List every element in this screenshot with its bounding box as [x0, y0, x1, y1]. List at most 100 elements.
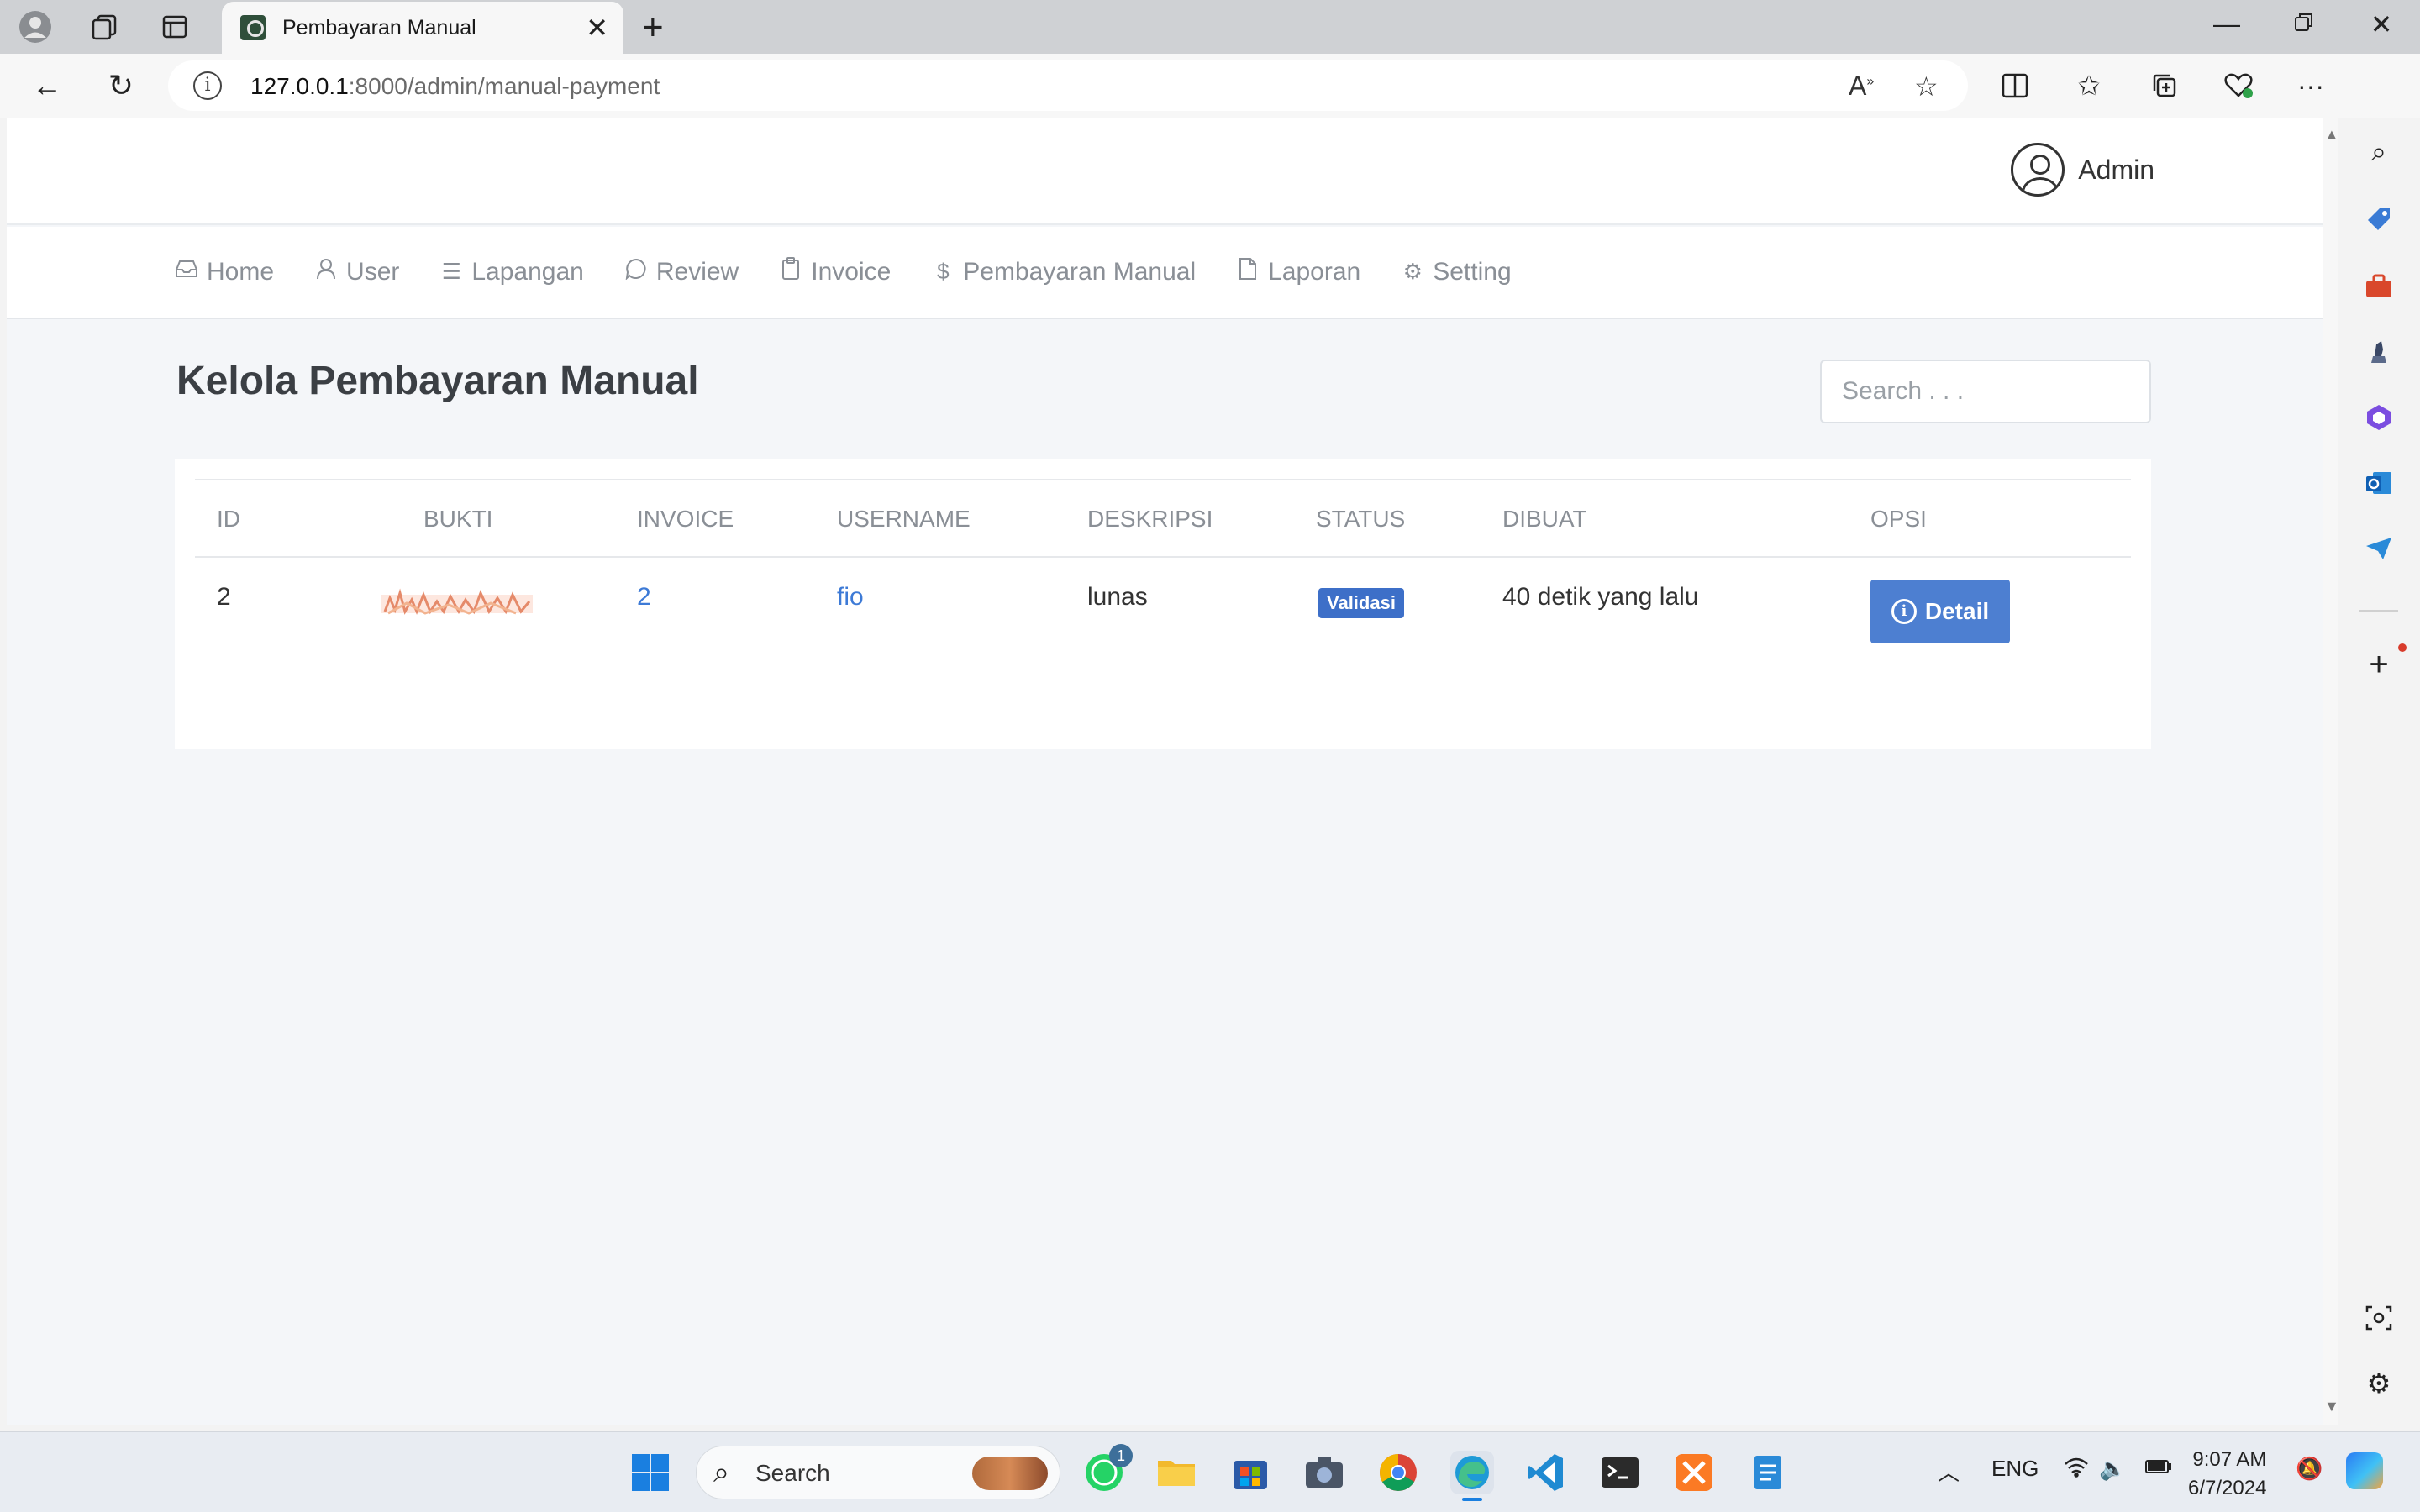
back-icon[interactable]: ← — [27, 66, 67, 106]
menu-label: User — [346, 257, 400, 286]
address-bar[interactable]: i 127.0.0.1:8000/admin/manual-payment A»… — [168, 60, 1968, 111]
taskbar-search-label: Search — [755, 1460, 830, 1486]
menu-item-setting[interactable]: ⚙ Setting — [1401, 257, 1512, 286]
windows-taskbar: ⌕ Search 1 ︿ ENG 🔈 9:07 AM 6/7/2024 🔕 — [0, 1431, 2420, 1512]
new-tab-icon[interactable]: + — [642, 7, 664, 49]
page-scrollbar[interactable]: ▲ ▼ — [2323, 118, 2339, 1425]
cell-dibuat: 40 detik yang lalu — [1502, 583, 1699, 611]
dollar-icon: $ — [937, 259, 950, 284]
profile-icon[interactable] — [17, 10, 54, 44]
favorites-icon[interactable]: ✩ — [2069, 66, 2109, 106]
tab-title: Pembayaran Manual — [282, 16, 476, 39]
search-input[interactable] — [1820, 360, 2151, 423]
url-text[interactable]: 127.0.0.1:8000/admin/manual-payment — [250, 73, 660, 100]
notepad-icon[interactable] — [1746, 1451, 1790, 1494]
browser-essentials-icon[interactable] — [2218, 66, 2259, 106]
table-header: ID BUKTI INVOICE USERNAME DESKRIPSI STAT… — [195, 479, 2131, 558]
language-indicator[interactable]: ENG — [1991, 1456, 2039, 1482]
file-explorer-icon[interactable] — [1155, 1451, 1198, 1494]
avatar-icon[interactable] — [2011, 143, 2065, 197]
add-sidebar-app-icon[interactable]: + — [2361, 646, 2396, 683]
close-tab-icon[interactable]: ✕ — [586, 12, 608, 44]
battery-icon[interactable] — [2144, 1456, 2173, 1482]
payments-card: ID BUKTI INVOICE USERNAME DESKRIPSI STAT… — [175, 459, 2151, 749]
favorite-star-icon[interactable]: ☆ — [1914, 71, 1939, 102]
split-screen-icon[interactable] — [1995, 66, 2035, 106]
outlook-icon[interactable] — [2361, 465, 2396, 501]
sidebar-divider — [2360, 610, 2398, 612]
main-menu: Home User ☰ Lapangan Review Invoice $ Pe… — [7, 227, 2323, 319]
shopping-tag-icon[interactable] — [2361, 202, 2396, 237]
collections-icon[interactable] — [2144, 66, 2185, 106]
wifi-icon[interactable] — [2064, 1456, 2089, 1483]
detail-button[interactable]: i Detail — [1870, 580, 2010, 643]
terminal-icon[interactable] — [1598, 1451, 1642, 1494]
games-icon[interactable] — [2361, 334, 2396, 370]
menu-item-user[interactable]: User — [314, 257, 399, 286]
tab-actions-icon[interactable] — [156, 10, 193, 44]
workspaces-icon[interactable] — [86, 10, 123, 44]
user-menu[interactable]: Admin — [2011, 143, 2154, 197]
restore-icon[interactable] — [2279, 8, 2329, 39]
clock-time: 9:07 AM — [2192, 1448, 2267, 1471]
search-highlight-image — [972, 1457, 1048, 1490]
minimize-icon[interactable]: — — [2202, 8, 2252, 39]
user-icon — [314, 258, 338, 286]
search-icon[interactable]: ⌕ — [2361, 134, 2396, 170]
whatsapp-badge: 1 — [1109, 1444, 1133, 1467]
read-aloud-icon[interactable]: A» — [1849, 71, 1874, 102]
notification-icon[interactable]: 🔕 — [2296, 1456, 2323, 1482]
notification-dot — [2398, 643, 2407, 652]
menu-item-lapangan[interactable]: ☰ Lapangan — [439, 257, 584, 286]
page-title: Kelola Pembayaran Manual — [176, 359, 699, 403]
column-header-username: USERNAME — [837, 506, 971, 532]
whatsapp-icon[interactable]: 1 — [1082, 1444, 1133, 1494]
username-link[interactable]: fio — [837, 583, 864, 612]
browser-toolbar: ← ↻ i 127.0.0.1:8000/admin/manual-paymen… — [0, 54, 2420, 160]
search-icon: ⌕ — [713, 1457, 730, 1488]
tab-favicon-icon — [240, 15, 266, 40]
sidebar-settings-icon[interactable]: ⚙ — [2361, 1366, 2396, 1401]
screenshot-icon[interactable] — [2361, 1300, 2396, 1336]
taskbar-clock[interactable]: 9:07 AM 6/7/2024 — [2188, 1446, 2266, 1503]
tools-briefcase-icon[interactable] — [2361, 269, 2396, 304]
taskbar-search[interactable]: ⌕ Search — [696, 1446, 1060, 1499]
close-window-icon[interactable]: ✕ — [2356, 8, 2407, 40]
clipboard-icon — [779, 257, 802, 286]
microsoft-store-icon[interactable] — [1228, 1451, 1272, 1494]
menu-item-review[interactable]: Review — [624, 257, 739, 286]
xampp-icon[interactable] — [1672, 1451, 1716, 1494]
table-row: 2 2 fio lunas Validasi 40 detik yang lal… — [195, 558, 2131, 659]
menu-item-laporan[interactable]: Laporan — [1236, 257, 1360, 286]
payments-table: ID BUKTI INVOICE USERNAME DESKRIPSI STAT… — [195, 479, 2131, 659]
chrome-icon[interactable] — [1376, 1451, 1420, 1494]
column-header-status: STATUS — [1316, 506, 1406, 532]
more-options-icon[interactable]: ··· — [2291, 66, 2331, 106]
gear-icon: ⚙ — [1402, 259, 1423, 284]
edge-icon[interactable] — [1450, 1451, 1494, 1501]
menu-item-pembayaran-manual[interactable]: $ Pembayaran Manual — [931, 257, 1196, 286]
vscode-icon[interactable] — [1524, 1451, 1568, 1494]
show-hidden-icons-icon[interactable]: ︿ — [1938, 1456, 1960, 1487]
send-icon[interactable] — [2361, 531, 2396, 566]
page-viewport: Admin Home User ☰ Lapangan Review Invoic… — [7, 118, 2323, 1425]
column-header-dibuat: DIBUAT — [1502, 506, 1587, 532]
inbox-icon — [175, 259, 198, 285]
menu-item-invoice[interactable]: Invoice — [779, 257, 891, 286]
camera-icon[interactable] — [1302, 1451, 1346, 1494]
menu-label: Invoice — [811, 257, 892, 286]
refresh-icon[interactable]: ↻ — [101, 66, 141, 106]
user-name[interactable]: Admin — [2078, 155, 2154, 186]
menu-item-home[interactable]: Home — [175, 257, 274, 286]
payment-proof-thumbnail[interactable] — [381, 586, 533, 617]
site-info-icon[interactable]: i — [193, 71, 222, 100]
windows-start-icon[interactable] — [629, 1451, 672, 1494]
copilot-taskbar-icon[interactable] — [2346, 1452, 2383, 1489]
invoice-link[interactable]: 2 — [637, 583, 651, 612]
browser-tab-active[interactable]: Pembayaran Manual ✕ — [222, 2, 623, 54]
active-app-indicator — [1462, 1498, 1482, 1501]
top-header: Admin — [7, 118, 2323, 225]
menu-label: Home — [207, 257, 275, 286]
microsoft365-icon[interactable] — [2361, 400, 2396, 435]
volume-icon[interactable]: 🔈 — [2099, 1456, 2126, 1482]
